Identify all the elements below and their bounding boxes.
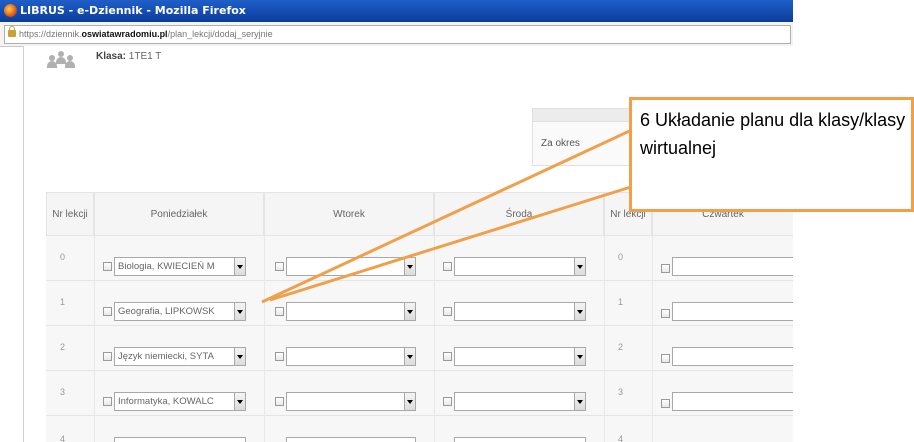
leader-line [261, 126, 637, 304]
callout-box: 6 Układanie planu dla klasy/klasy wirtua… [629, 97, 914, 212]
leader-line [269, 184, 635, 302]
callout-text: 6 Układanie planu dla klasy/klasy wirtua… [640, 110, 906, 158]
callout-leader-lines [261, 126, 637, 304]
